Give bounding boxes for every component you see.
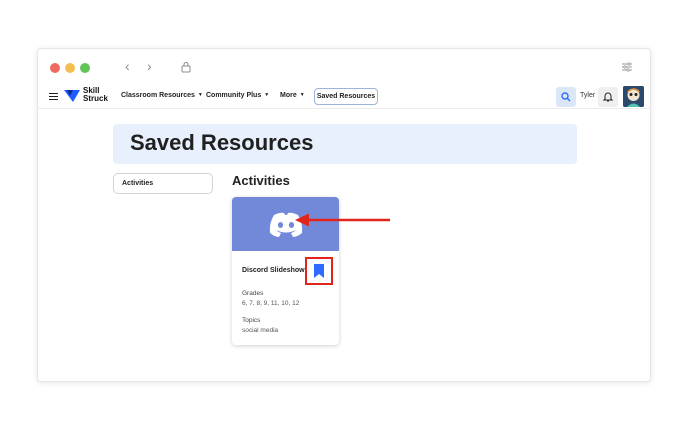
menu-label: Community Plus [206,92,262,99]
minimize-window-button[interactable] [65,63,75,73]
logo-wordmark[interactable]: Skill Struck [83,87,108,103]
card-title[interactable]: Discord Slideshow [242,267,305,274]
sliders-icon[interactable] [621,61,633,73]
skillstruck-logo-icon[interactable] [64,88,80,104]
annotation-arrow-icon [295,213,390,227]
logo-line-2: Struck [83,94,108,103]
title-bar: ‹ › [38,49,650,85]
hamburger-menu-icon[interactable] [49,93,58,100]
topics-value: social media [242,327,279,334]
forward-arrow-icon[interactable]: › [147,58,152,74]
search-icon [561,92,571,102]
close-window-button[interactable] [50,63,60,73]
search-button[interactable] [556,87,576,107]
menu-label: Classroom Resources [121,92,195,99]
bookmark-button[interactable] [305,257,333,285]
bell-icon [603,92,613,102]
menu-more[interactable]: More ▼ [280,92,305,99]
app-header: Skill Struck Classroom Resources ▼ Commun… [38,85,650,109]
username-label[interactable]: Tyler [580,92,595,99]
menu-community-plus[interactable]: Community Plus ▼ [206,92,269,99]
avatar-image [623,86,644,107]
notifications-button[interactable] [598,87,618,107]
sidebar-item-activities[interactable]: Activities [113,173,213,194]
section-title: Activities [232,173,290,188]
menu-label: More [280,92,297,99]
page-title: Saved Resources [130,130,314,155]
grades-label: Grades [242,290,264,297]
bookmark-icon [314,264,324,278]
caret-down-icon: ▼ [299,92,305,98]
caret-down-icon: ▼ [264,92,270,98]
lock-icon [181,62,191,73]
back-arrow-icon[interactable]: ‹ [125,58,130,74]
avatar[interactable] [623,86,644,107]
caret-down-icon: ▼ [197,92,203,98]
maximize-window-button[interactable] [80,63,90,73]
menu-classroom-resources[interactable]: Classroom Resources ▼ [121,92,203,99]
grades-value: 6, 7, 8, 9, 11, 10, 12 [242,300,300,307]
page-title-banner: Saved Resources [113,124,577,164]
saved-resources-button[interactable]: Saved Resources [314,88,378,105]
topics-label: Topics [242,317,261,324]
